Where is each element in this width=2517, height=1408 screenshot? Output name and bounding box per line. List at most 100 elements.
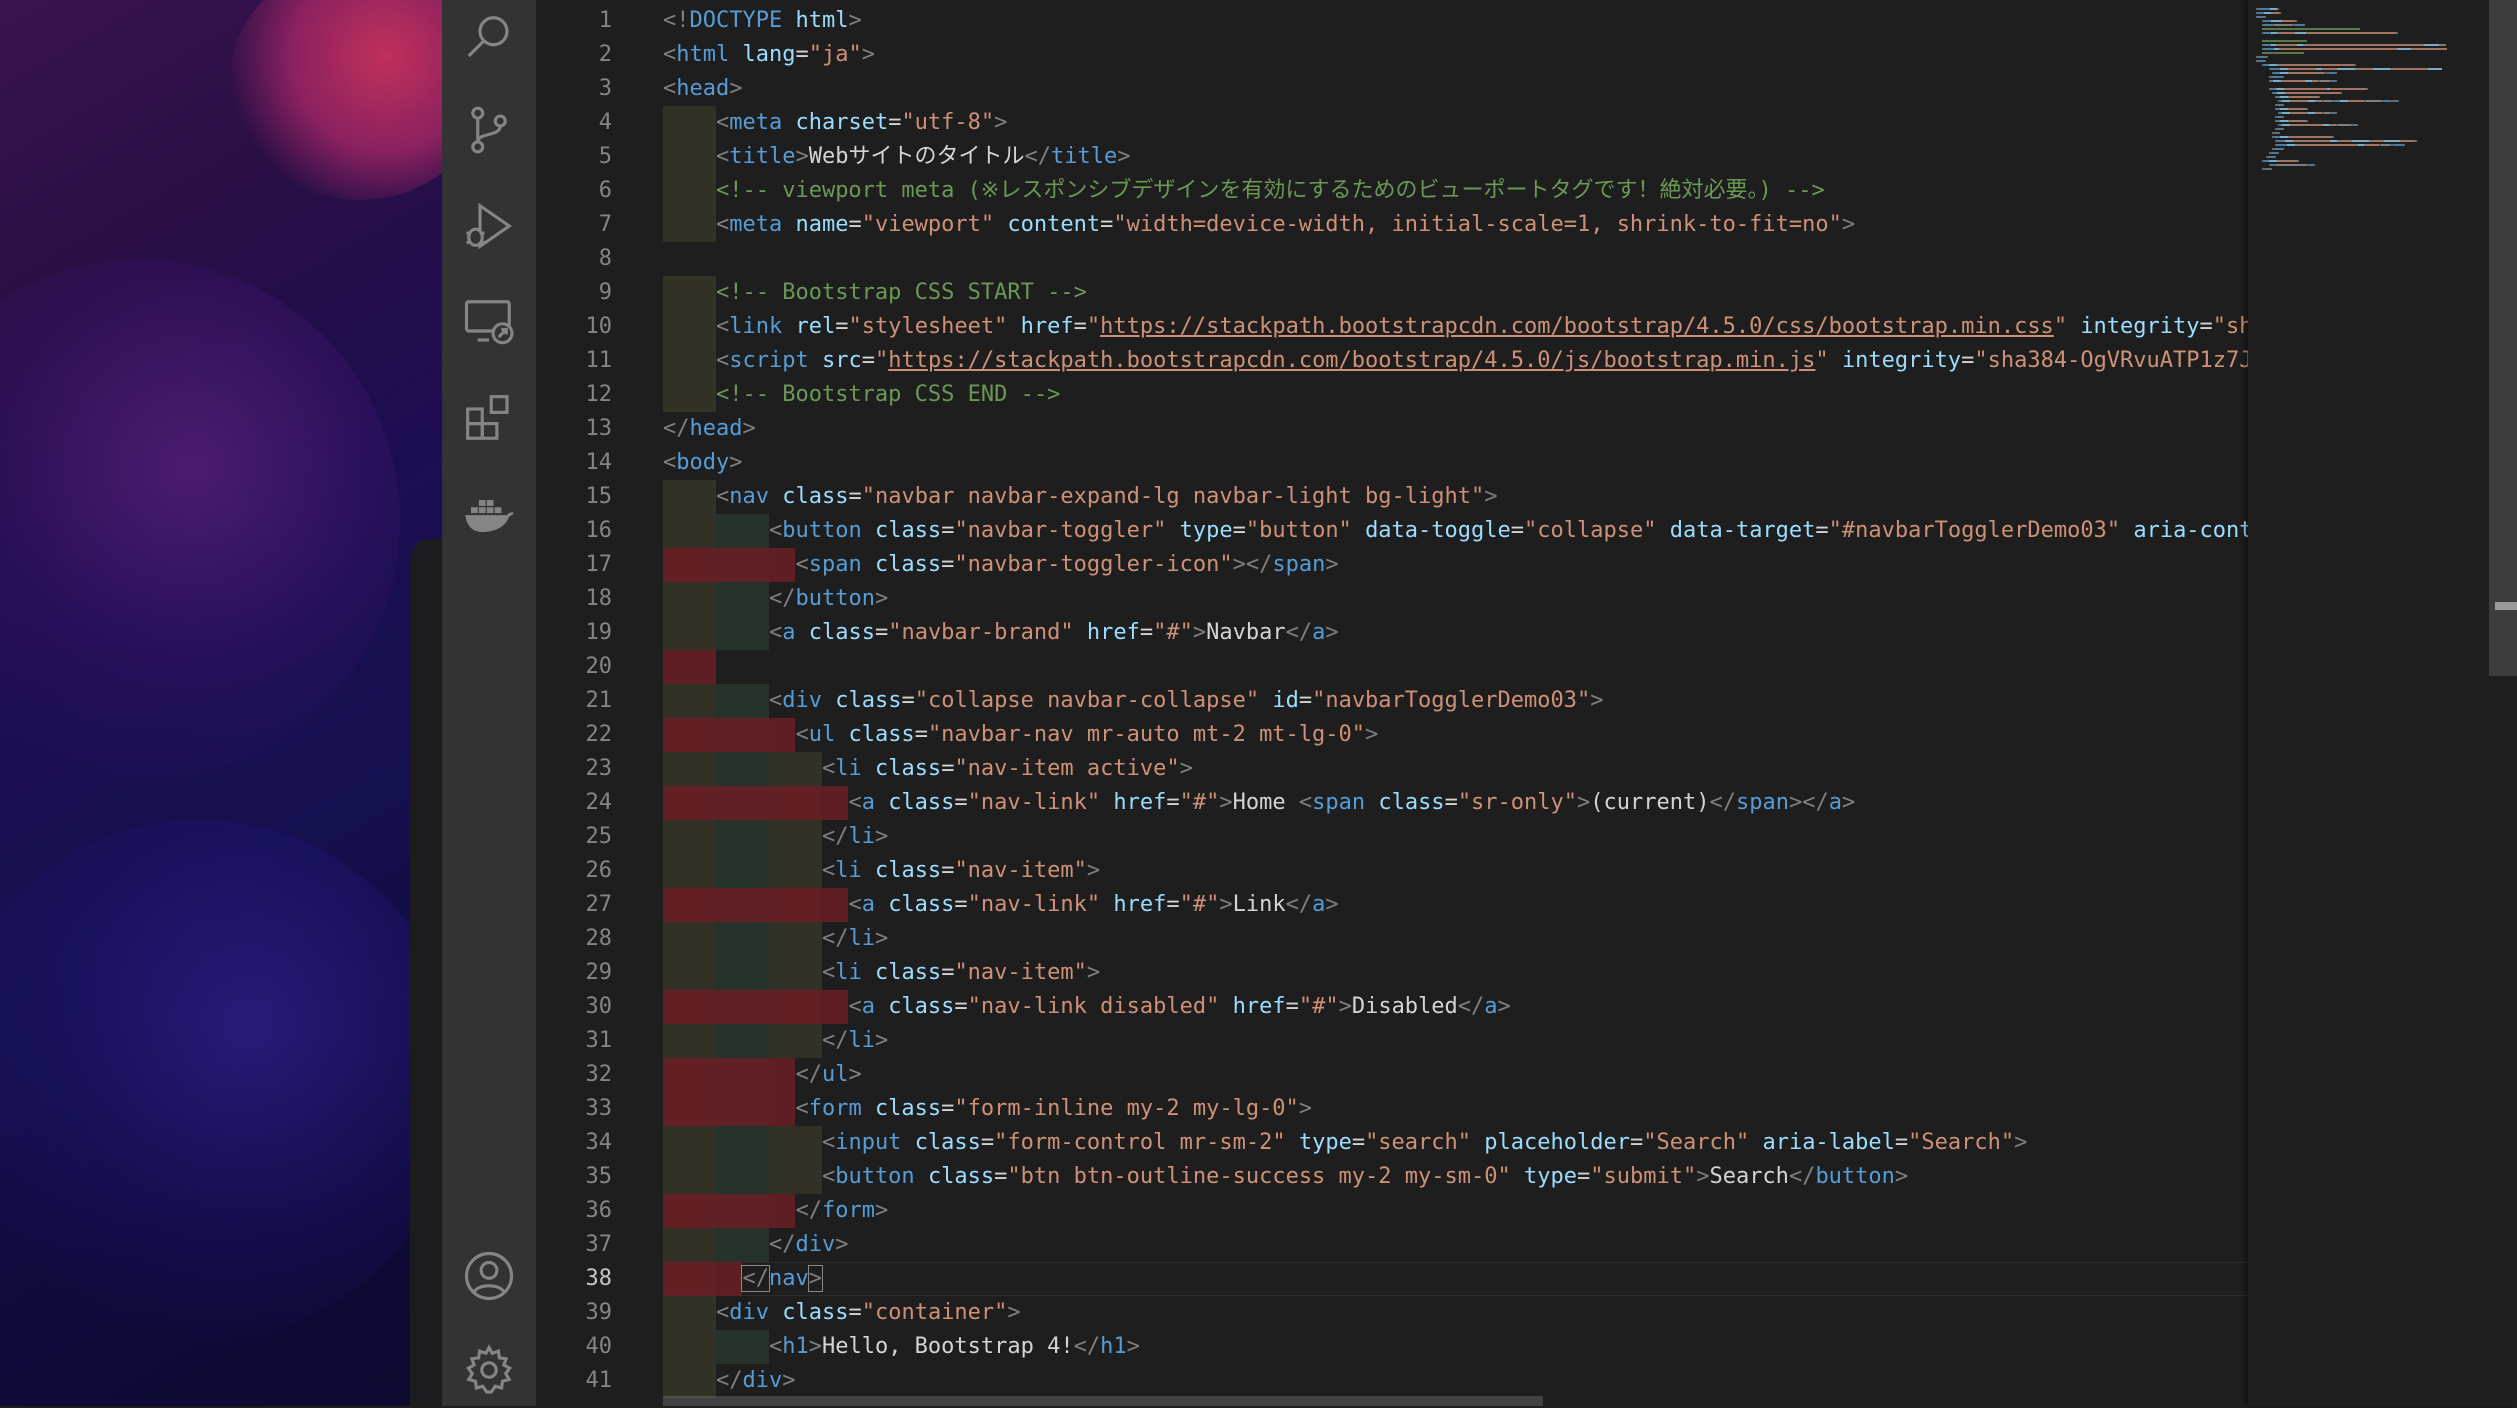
minimap-line (2278, 132, 2281, 134)
minimap-line (2337, 68, 2355, 70)
code-line[interactable]: 14 <body> (536, 446, 2248, 480)
code-token: h1 (782, 1334, 809, 1359)
code-line[interactable]: 20 (536, 650, 2248, 684)
scrollbar-cursor-marker (2495, 602, 2517, 610)
code-line[interactable]: 38 </nav> (536, 1262, 2248, 1296)
code-line[interactable]: 8 (536, 242, 2248, 276)
minimap-line (2308, 32, 2397, 34)
code-token: "search" (1365, 1130, 1472, 1155)
code-line[interactable]: 12 <!-- Bootstrap CSS END --> (536, 378, 2248, 412)
code-line[interactable]: 22 <ul class="navbar-nav mr-auto mt-2 mt… (536, 718, 2248, 752)
code-line[interactable]: 6 <!-- viewport meta (※レスポンシブデザインを有効にするた… (536, 174, 2248, 208)
extensions-icon[interactable] (442, 380, 536, 456)
code-line[interactable]: 39 <div class="container"> (536, 1296, 2248, 1330)
remote-explorer-icon[interactable] (442, 284, 536, 360)
account-icon[interactable] (442, 1238, 536, 1314)
search-icon[interactable] (442, 0, 536, 76)
code-line[interactable]: 32 </ul> (536, 1058, 2248, 1092)
code-line[interactable]: 34 <input class="form-control mr-sm-2" t… (536, 1126, 2248, 1160)
code-line[interactable]: 26 <li class="nav-item"> (536, 854, 2248, 888)
code-token: a (1828, 790, 1842, 815)
code-token: > (1841, 790, 1856, 815)
code-token: > (874, 824, 889, 849)
code-token: > (1577, 790, 1591, 815)
code-line[interactable]: 30 <a class="nav-link disabled" href="#"… (536, 990, 2248, 1024)
run-debug-icon[interactable] (442, 188, 536, 264)
minimap-line (2282, 100, 2291, 102)
code-line[interactable]: 3 <head> (536, 72, 2248, 106)
line-number: 16 (585, 518, 613, 543)
settings-gear-icon[interactable] (442, 1332, 536, 1408)
code-token: < (821, 960, 836, 985)
minimap-line (2335, 80, 2338, 82)
code-line[interactable]: 11 <script src="https://stackpath.bootst… (536, 344, 2248, 378)
code-line[interactable]: 28 </li> (536, 922, 2248, 956)
source-control-icon[interactable] (442, 92, 536, 168)
minimap-line (2276, 8, 2279, 10)
code-line[interactable]: 7 <meta name="viewport" content="width=d… (536, 208, 2248, 242)
code-line[interactable]: 9 <!-- Bootstrap CSS START --> (536, 276, 2248, 310)
code-line[interactable]: 41 </div> (536, 1364, 2248, 1398)
code-line[interactable]: 15 <nav class="navbar navbar-expand-lg n… (536, 480, 2248, 514)
minimap-line (2292, 124, 2323, 126)
code-token: class (888, 892, 955, 917)
code-text: <script src="https://stackpath.bootstrap… (663, 344, 2248, 378)
code-line[interactable]: 17 <span class="navbar-toggler-icon"></s… (536, 548, 2248, 582)
code-token: li (835, 858, 862, 883)
code-token: "width=device-width, initial-scale=1, sh… (1113, 212, 1842, 237)
code-text: <span class="navbar-toggler-icon"></span… (663, 548, 1338, 582)
code-line[interactable]: 18 </button> (536, 582, 2248, 616)
code-line[interactable]: 29 <li class="nav-item"> (536, 956, 2248, 990)
code-editor[interactable]: 1 <!DOCTYPE html> 2 <html lang="ja"> 3 <head>… (536, 0, 2248, 1406)
code-token: > (1086, 858, 1101, 883)
code-token: ul (821, 1062, 849, 1087)
vertical-scrollbar-thumb[interactable] (2489, 0, 2517, 676)
code-line[interactable]: 24 <a class="nav-link" href="#">Home <sp… (536, 786, 2248, 820)
horizontal-scrollbar-thumb[interactable] (663, 1396, 1543, 1406)
code-line[interactable]: 40 <h1>Hello, Bootstrap 4!</h1> (536, 1330, 2248, 1364)
minimap-line (2366, 88, 2368, 90)
code-line[interactable]: 21 <div class="collapse navbar-collapse"… (536, 684, 2248, 718)
code-line[interactable]: 31 </li> (536, 1024, 2248, 1058)
code-token: </ (1024, 144, 1051, 169)
code-line[interactable]: 16 <button class="navbar-toggler" type="… (536, 514, 2248, 548)
minimap-line (2306, 108, 2309, 110)
code-line[interactable]: 10 <link rel="stylesheet" href="https://… (536, 310, 2248, 344)
minimap[interactable] (2248, 0, 2517, 1406)
code-line[interactable]: 33 <form class="form-inline my-2 my-lg-0… (536, 1092, 2248, 1126)
code-line[interactable]: 2 <html lang="ja"> (536, 38, 2248, 72)
code-token: Hello, Bootstrap 4! (821, 1334, 1074, 1359)
code-line[interactable]: 27 <a class="nav-link" href="#">Link</a> (536, 888, 2248, 922)
code-line[interactable]: 35 <button class="btn btn-outline-succes… (536, 1160, 2248, 1194)
code-line[interactable]: 5 <title>Webサイトのタイトル</title> (536, 140, 2248, 174)
code-line[interactable]: 13 </head> (536, 412, 2248, 446)
code-line[interactable]: 1 <!DOCTYPE html> (536, 4, 2248, 38)
code-line[interactable]: 37 </div> (536, 1228, 2248, 1262)
code-token: "nav-link" (967, 892, 1101, 917)
code-token: = (980, 1130, 995, 1155)
minimap-line (2262, 40, 2308, 42)
docker-icon[interactable] (442, 476, 536, 552)
code-token: > (994, 110, 1008, 135)
code-line[interactable]: 4 <meta charset="utf-8"> (536, 106, 2248, 140)
code-line[interactable]: 23 <li class="nav-item active"> (536, 752, 2248, 786)
minimap-line (2290, 108, 2307, 110)
code-token: " (2053, 314, 2068, 339)
minimap-line (2280, 108, 2289, 110)
code-token: = (941, 518, 955, 543)
code-line[interactable]: 19 <a class="navbar-brand" href="#">Navb… (536, 616, 2248, 650)
code-token: charset (795, 110, 889, 135)
minimap-line (2413, 48, 2447, 50)
code-line[interactable]: 36 </form> (536, 1194, 2248, 1228)
code-text: <!-- Bootstrap CSS START --> (663, 276, 1087, 310)
code-line[interactable]: 25 </li> (536, 820, 2248, 854)
minimap-line (2264, 60, 2267, 62)
